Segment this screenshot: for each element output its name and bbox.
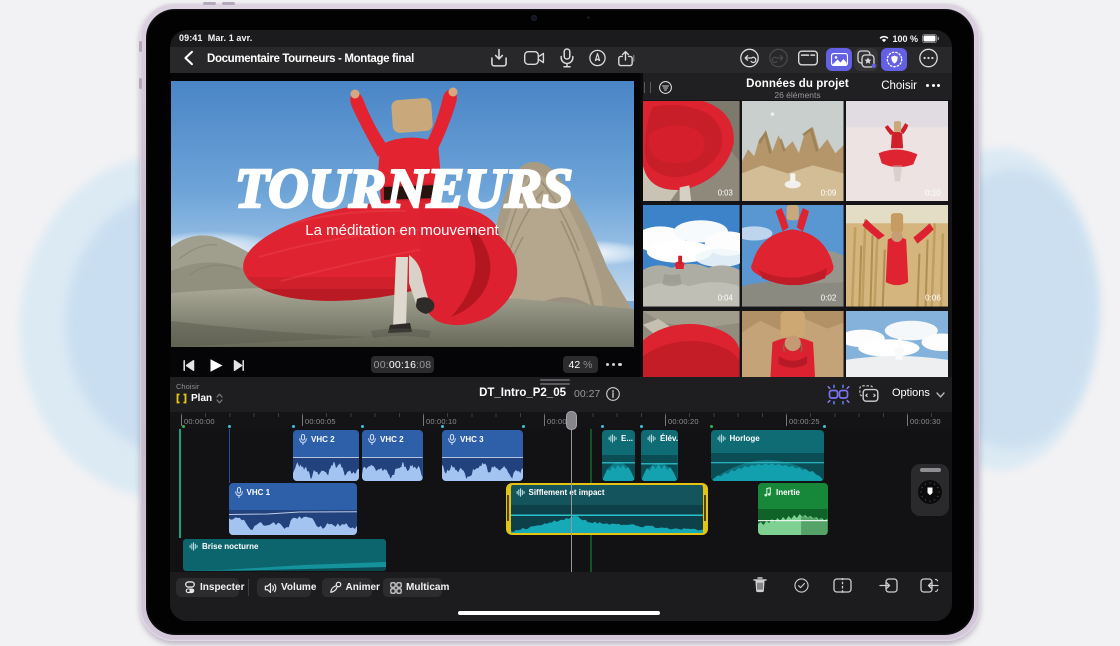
svg-text:La méditation en mouvement: La méditation en mouvement [305,222,499,239]
svg-text:0:03: 0:03 [718,188,734,197]
svg-text:0:02: 0:02 [821,293,837,302]
svg-text:0:04: 0:04 [718,293,734,302]
svg-text:TOURNEURS: TOURNEURS [235,158,573,220]
svg-text:0:06: 0:06 [925,293,941,302]
svg-text:0:09: 0:09 [821,188,837,197]
svg-text:0:10: 0:10 [925,188,941,197]
